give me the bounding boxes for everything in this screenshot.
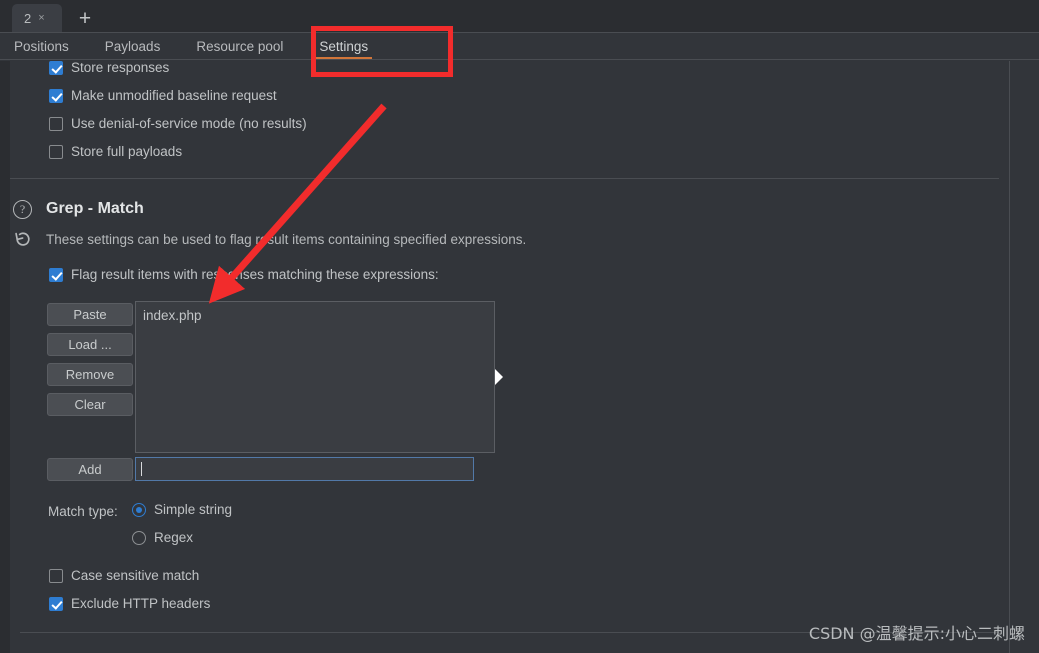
new-tab-button[interactable]: + <box>74 7 96 29</box>
checkbox-label: Case sensitive match <box>71 568 200 584</box>
list-item[interactable]: index.php <box>143 307 487 325</box>
add-expression-input[interactable] <box>135 457 474 481</box>
add-button[interactable]: Add <box>47 458 133 481</box>
burp-intruder-settings-window: 2 × + Positions Payloads Resource pool S… <box>0 0 1039 653</box>
checkbox-use-denial-of-service-mode[interactable]: Use denial-of-service mode (no results) <box>49 117 307 131</box>
radio-icon-unselected <box>132 531 146 545</box>
tab-strip: 2 × + <box>0 0 1039 34</box>
right-gutter <box>1009 61 1039 653</box>
tab-2[interactable]: 2 × <box>12 4 62 34</box>
checkbox-exclude-http-headers[interactable]: Exclude HTTP headers <box>49 597 210 611</box>
tab-resource-pool[interactable]: Resource pool <box>178 32 301 60</box>
radio-regex[interactable]: Regex <box>132 531 193 545</box>
checkbox-case-sensitive-match[interactable]: Case sensitive match <box>49 569 199 583</box>
checkbox-label: Use denial-of-service mode (no results) <box>71 116 307 132</box>
checkbox-store-responses[interactable]: Store responses <box>49 61 169 75</box>
checkbox-label: Flag result items with responses matchin… <box>71 267 439 283</box>
radio-simple-string[interactable]: Simple string <box>132 503 232 517</box>
tab-positions[interactable]: Positions <box>0 32 87 60</box>
left-gutter <box>0 61 10 653</box>
radio-label: Regex <box>154 530 194 546</box>
tab-settings[interactable]: Settings <box>301 32 386 60</box>
mouse-cursor-icon <box>495 369 507 385</box>
tab-payloads[interactable]: Payloads <box>87 32 179 60</box>
tab-settings-label: Settings <box>319 38 369 54</box>
checkbox-label: Make unmodified baseline request <box>71 88 277 104</box>
checkbox-icon-unchecked <box>49 569 63 583</box>
settings-subtab-bar: Positions Payloads Resource pool Setting… <box>0 32 1039 60</box>
expressions-listbox[interactable]: index.php <box>135 301 495 453</box>
paste-button[interactable]: Paste <box>47 303 133 326</box>
tab-positions-label: Positions <box>14 38 69 54</box>
close-icon[interactable]: × <box>38 12 44 24</box>
remove-button[interactable]: Remove <box>47 363 133 386</box>
tab-payloads-label: Payloads <box>104 38 161 54</box>
radio-label: Simple string <box>154 502 233 518</box>
checkbox-icon-checked <box>49 89 63 103</box>
section-divider <box>10 178 999 179</box>
section-description: These settings can be used to flag resul… <box>46 232 527 247</box>
checkbox-store-full-payloads[interactable]: Store full payloads <box>49 145 182 159</box>
radio-icon-selected <box>132 503 146 517</box>
help-question-mark-icon[interactable]: ? <box>13 200 32 219</box>
watermark-text: CSDN @温馨提示:小心二刺螺 <box>808 624 1025 643</box>
match-type-label: Match type: <box>48 504 118 519</box>
checkbox-icon-checked <box>49 61 63 75</box>
tab-settings-underline <box>315 57 373 59</box>
checkbox-make-unmodified-baseline-request[interactable]: Make unmodified baseline request <box>49 89 277 103</box>
reset-arrow-icon[interactable] <box>13 229 33 249</box>
tab-resource-pool-label: Resource pool <box>196 38 284 54</box>
checkbox-icon-unchecked <box>49 145 63 159</box>
checkbox-icon-checked <box>49 268 63 282</box>
checkbox-label: Store full payloads <box>71 144 183 160</box>
text-caret <box>141 462 142 476</box>
clear-button[interactable]: Clear <box>47 393 133 416</box>
checkbox-label: Store responses <box>71 61 170 76</box>
load-button[interactable]: Load ... <box>47 333 133 356</box>
checkbox-flag-result-items[interactable]: Flag result items with responses matchin… <box>49 268 439 282</box>
checkbox-label: Exclude HTTP headers <box>71 596 211 612</box>
checkbox-icon-checked <box>49 597 63 611</box>
settings-content-panel: Store responses Make unmodified baseline… <box>10 61 1009 653</box>
tab-label: 2 <box>24 10 32 26</box>
section-title: Grep - Match <box>46 200 144 217</box>
checkbox-icon-unchecked <box>49 117 63 131</box>
